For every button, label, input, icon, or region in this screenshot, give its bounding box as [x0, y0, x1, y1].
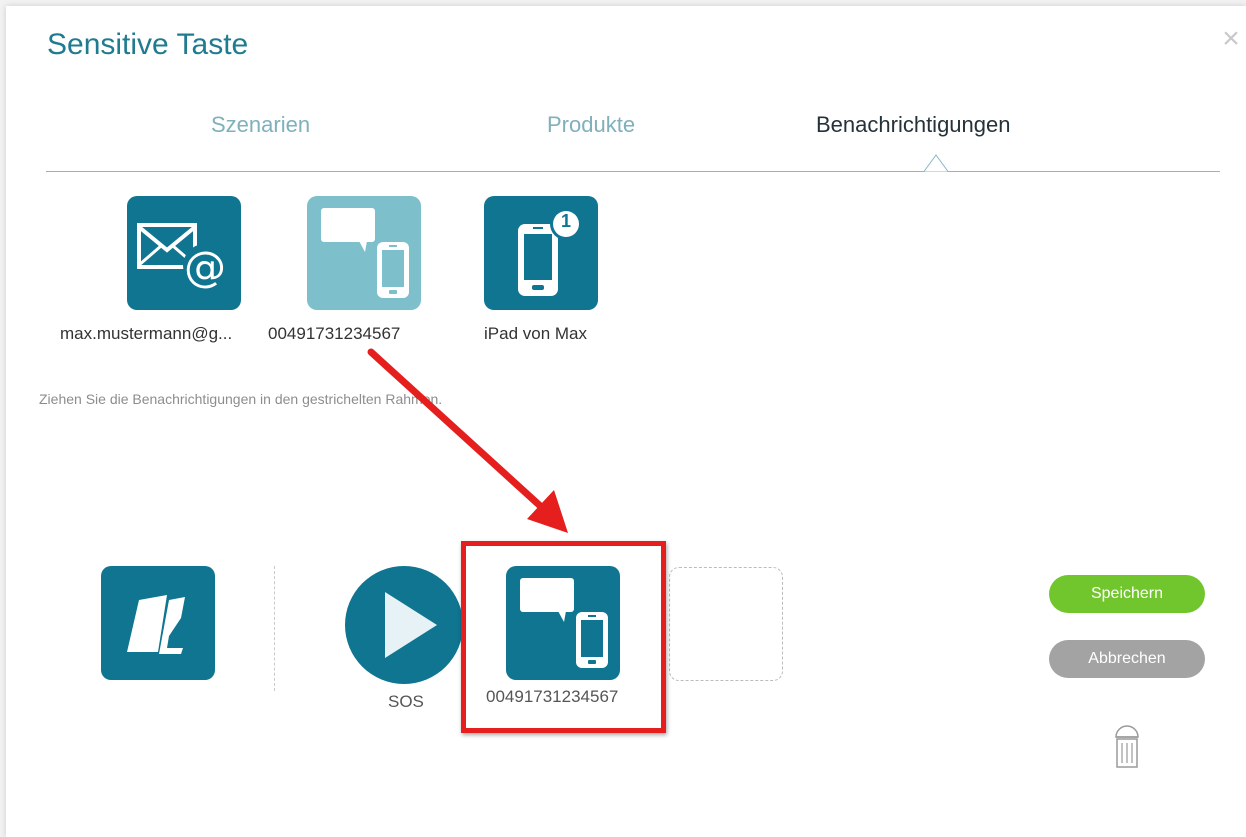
drag-hint: Ziehen Sie die Benachrichtigungen in den… [39, 391, 443, 407]
close-icon[interactable]: × [1216, 24, 1246, 54]
sos-action-tile[interactable] [345, 566, 463, 684]
play-icon [385, 592, 437, 658]
tab-szenarien[interactable]: Szenarien [211, 112, 310, 138]
sms-phone-icon [321, 208, 409, 298]
save-button[interactable]: Speichern [1049, 575, 1205, 613]
push-badge-count: 1 [560, 211, 571, 231]
notification-label-push: iPad von Max [484, 324, 587, 343]
drop-zone[interactable] [669, 567, 783, 681]
cancel-button[interactable]: Abbrechen [1049, 640, 1205, 678]
highlight-frame [461, 541, 666, 733]
trigger-tile [101, 566, 215, 680]
push-device-icon [518, 208, 582, 296]
tab-benachrichtigungen[interactable]: Benachrichtigungen [816, 112, 1010, 138]
dialog-title: Sensitive Taste [47, 28, 249, 61]
notification-label-sms: 00491731234567 [268, 324, 401, 343]
active-tab-indicator [924, 154, 948, 172]
sos-label: SOS [388, 692, 424, 711]
notification-dialog: Sensitive Taste × Szenarien Produkte Ben… [6, 6, 1246, 837]
tab-produkte[interactable]: Produkte [547, 112, 635, 138]
scenario-separator [274, 566, 275, 691]
notification-tile-sms[interactable] [307, 196, 421, 310]
notification-tile-email[interactable]: @ [127, 196, 241, 310]
notification-label-email: max.mustermann@g... [60, 324, 233, 343]
sensitive-taste-icon [127, 595, 185, 654]
svg-text:@: @ [184, 242, 226, 291]
tab-divider [46, 171, 1220, 172]
notification-tile-push[interactable]: 1 [484, 196, 598, 310]
tab-bar: Szenarien Produkte Benachrichtigungen [6, 106, 1246, 146]
trash-icon[interactable] [1114, 723, 1140, 769]
email-at-icon: @ [137, 223, 227, 291]
